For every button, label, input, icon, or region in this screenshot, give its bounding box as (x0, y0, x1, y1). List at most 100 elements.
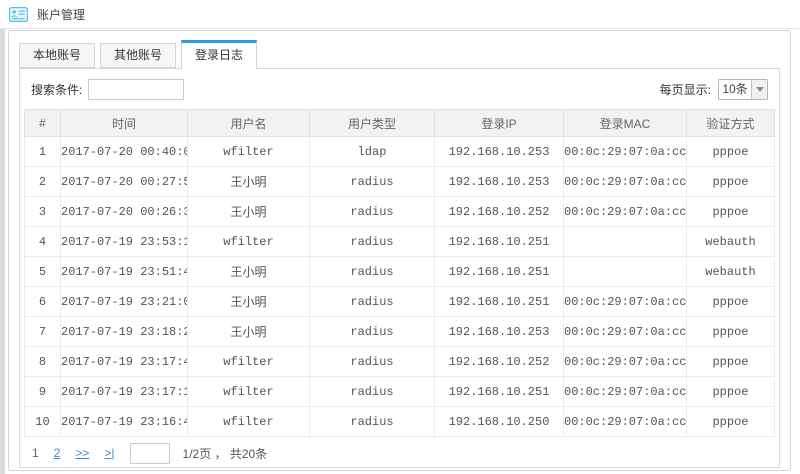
table-row: 92017-07-19 23:17:15wfilterradius192.168… (25, 377, 775, 407)
table-cell: 5 (25, 257, 61, 287)
table-cell: 192.168.10.251 (435, 287, 564, 317)
table-row: 82017-07-19 23:17:44wfilterradius192.168… (25, 347, 775, 377)
table-cell: 2017-07-20 00:40:00 (61, 137, 188, 167)
tab-strip: 本地账号 其他账号 登录日志 (9, 31, 790, 68)
table-cell: pppoe (687, 377, 775, 407)
column-header: 时间 (61, 110, 188, 137)
table-cell: 2017-07-19 23:17:15 (61, 377, 188, 407)
table-cell: wfilter (188, 227, 310, 257)
table-cell: wfilter (188, 377, 310, 407)
table-cell: 192.168.10.253 (435, 167, 564, 197)
column-header: 用户类型 (310, 110, 435, 137)
table-cell: radius (310, 257, 435, 287)
next-page-button[interactable]: >> (75, 446, 89, 460)
table-cell: 2017-07-20 00:27:52 (61, 167, 188, 197)
table-cell: radius (310, 347, 435, 377)
last-page-button[interactable]: >| (104, 446, 114, 460)
table-cell: 6 (25, 287, 61, 317)
table-row: 62017-07-19 23:21:00王小明radius192.168.10.… (25, 287, 775, 317)
table-cell: pppoe (687, 347, 775, 377)
page-link-2[interactable]: 2 (54, 446, 61, 460)
table-cell: 2 (25, 167, 61, 197)
table-cell: pppoe (687, 317, 775, 347)
table-cell: 4 (25, 227, 61, 257)
table-cell: 2017-07-19 23:16:40 (61, 407, 188, 437)
table-cell: 192.168.10.253 (435, 137, 564, 167)
table-cell: 00:0c:29:07:0a:cc (564, 167, 687, 197)
pagination: 1 2 >> >| 1/2页 ， 共20条 (20, 437, 779, 469)
table-cell: pppoe (687, 287, 775, 317)
table-cell: radius (310, 287, 435, 317)
table-cell: 2017-07-20 00:26:39 (61, 197, 188, 227)
table-cell: 2017-07-19 23:17:44 (61, 347, 188, 377)
tab-login-log[interactable]: 登录日志 (181, 40, 257, 69)
table-cell: wfilter (188, 137, 310, 167)
table-cell: webauth (687, 257, 775, 287)
table-cell: 192.168.10.253 (435, 317, 564, 347)
table-cell: 王小明 (188, 287, 310, 317)
table-cell: 王小明 (188, 257, 310, 287)
table-row: 12017-07-20 00:40:00wfilterldap192.168.1… (25, 137, 775, 167)
table-cell: wfilter (188, 407, 310, 437)
table-row: 42017-07-19 23:53:14wfilterradius192.168… (25, 227, 775, 257)
table-cell: 3 (25, 197, 61, 227)
table-cell: 王小明 (188, 317, 310, 347)
table-row: 72017-07-19 23:18:26王小明radius192.168.10.… (25, 317, 775, 347)
account-card-icon (9, 7, 28, 22)
table-row: 32017-07-20 00:26:39王小明radius192.168.10.… (25, 197, 775, 227)
table-cell: radius (310, 377, 435, 407)
table-cell: 8 (25, 347, 61, 377)
table-cell: 00:0c:29:07:0a:cc (564, 317, 687, 347)
table-cell: 2017-07-19 23:53:14 (61, 227, 188, 257)
table-cell: 王小明 (188, 197, 310, 227)
table-cell: 192.168.10.251 (435, 227, 564, 257)
left-edge-strip (0, 29, 5, 474)
table-cell: pppoe (687, 197, 775, 227)
table-cell: 1 (25, 137, 61, 167)
table-cell: radius (310, 317, 435, 347)
table-cell: 00:0c:29:07:0a:cc (564, 347, 687, 377)
table-cell: 00:0c:29:07:0a:cc (564, 287, 687, 317)
table-cell: 2017-07-19 23:21:00 (61, 287, 188, 317)
table-cell: 7 (25, 317, 61, 347)
table-cell: 00:0c:29:07:0a:cc (564, 197, 687, 227)
column-header: 登录IP (435, 110, 564, 137)
page-info: 1/2页 ， 共20条 (183, 445, 268, 462)
table-cell: wfilter (188, 347, 310, 377)
table-cell: radius (310, 407, 435, 437)
page-current: 1 (32, 446, 39, 460)
column-header: 用户名 (188, 110, 310, 137)
table-cell: 192.168.10.252 (435, 347, 564, 377)
table-cell: pppoe (687, 137, 775, 167)
table-cell (564, 257, 687, 287)
table-cell: 00:0c:29:07:0a:cc (564, 377, 687, 407)
table-cell: 10 (25, 407, 61, 437)
page-title: 账户管理 (37, 6, 85, 23)
account-panel: 本地账号 其他账号 登录日志 搜索条件: 每页显示: 10条 #时间用户名用户类… (8, 30, 791, 471)
table-cell: 192.168.10.250 (435, 407, 564, 437)
table-cell: 192.168.10.251 (435, 257, 564, 287)
table-cell: 2017-07-19 23:18:26 (61, 317, 188, 347)
table-body: 12017-07-20 00:40:00wfilterldap192.168.1… (25, 137, 775, 437)
table-cell: 2017-07-19 23:51:49 (61, 257, 188, 287)
table-cell: 王小明 (188, 167, 310, 197)
column-header: 登录MAC (564, 110, 687, 137)
header: 账户管理 (0, 0, 800, 29)
table-cell: 9 (25, 377, 61, 407)
tab-local-accounts[interactable]: 本地账号 (19, 43, 95, 68)
table-cell: 192.168.10.252 (435, 197, 564, 227)
login-log-panel: 搜索条件: 每页显示: 10条 #时间用户名用户类型登录IP登录MAC验证方式 … (19, 68, 780, 468)
table-cell: radius (310, 197, 435, 227)
goto-page-input[interactable] (130, 443, 170, 464)
per-page-select[interactable]: 10条 (718, 79, 768, 100)
table-row: 52017-07-19 23:51:49王小明radius192.168.10.… (25, 257, 775, 287)
table-cell: 192.168.10.251 (435, 377, 564, 407)
column-header: 验证方式 (687, 110, 775, 137)
table-row: 22017-07-20 00:27:52王小明radius192.168.10.… (25, 167, 775, 197)
tab-other-accounts[interactable]: 其他账号 (100, 43, 176, 68)
per-page-selected-value: 10条 (719, 80, 751, 99)
search-input[interactable] (88, 79, 184, 100)
search-label: 搜索条件: (31, 81, 82, 98)
per-page-label: 每页显示: (660, 81, 711, 98)
table-cell: 00:0c:29:07:0a:cc (564, 137, 687, 167)
